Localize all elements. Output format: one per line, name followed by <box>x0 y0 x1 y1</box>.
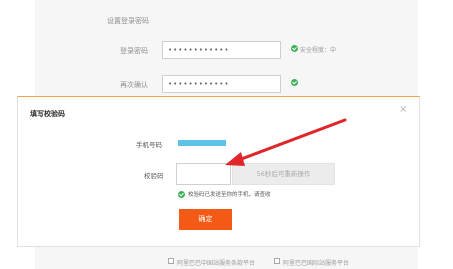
password-strength: 安全程度：中 <box>300 47 337 54</box>
agreement-cn-checkbox[interactable] <box>168 258 174 264</box>
password-label: 登录密码 <box>120 47 148 55</box>
check-circle-icon <box>178 191 185 198</box>
verification-code-input[interactable] <box>176 163 231 185</box>
confirm-ok-icon <box>291 79 298 86</box>
code-sent-notice: 校验码已发送至你的手机，请查收 <box>188 192 271 198</box>
agreement-intl-checkbox[interactable] <box>274 258 280 264</box>
phone-number-masked <box>178 140 226 146</box>
agreement-cn-text[interactable]: 阿里巴巴中国站服务条款平台 <box>177 258 255 267</box>
confirm-button[interactable]: 确定 <box>179 209 232 230</box>
password-section-title: 设置登录密码 <box>107 17 149 25</box>
confirm-password-label: 再次确认 <box>120 81 148 89</box>
password-field[interactable]: •••••••••••• <box>162 41 281 59</box>
resend-code-button[interactable]: 56秒后可重新操作 <box>232 163 335 185</box>
phone-label: 手机号码 <box>136 141 162 149</box>
dialog-title: 填写校验码 <box>30 110 65 118</box>
password-ok-icon <box>291 45 298 52</box>
code-label: 校验码 <box>144 172 164 180</box>
close-icon[interactable]: × <box>399 105 407 115</box>
agreement-intl-text[interactable]: 阿里巴巴国际站服务平台 <box>283 258 349 267</box>
confirm-password-field[interactable]: •••••••••••• <box>162 75 281 93</box>
verification-dialog: 填写校验码 × 手机号码 校验码 56秒后可重新操作 校验码已发送至你的手机，请… <box>17 96 420 247</box>
